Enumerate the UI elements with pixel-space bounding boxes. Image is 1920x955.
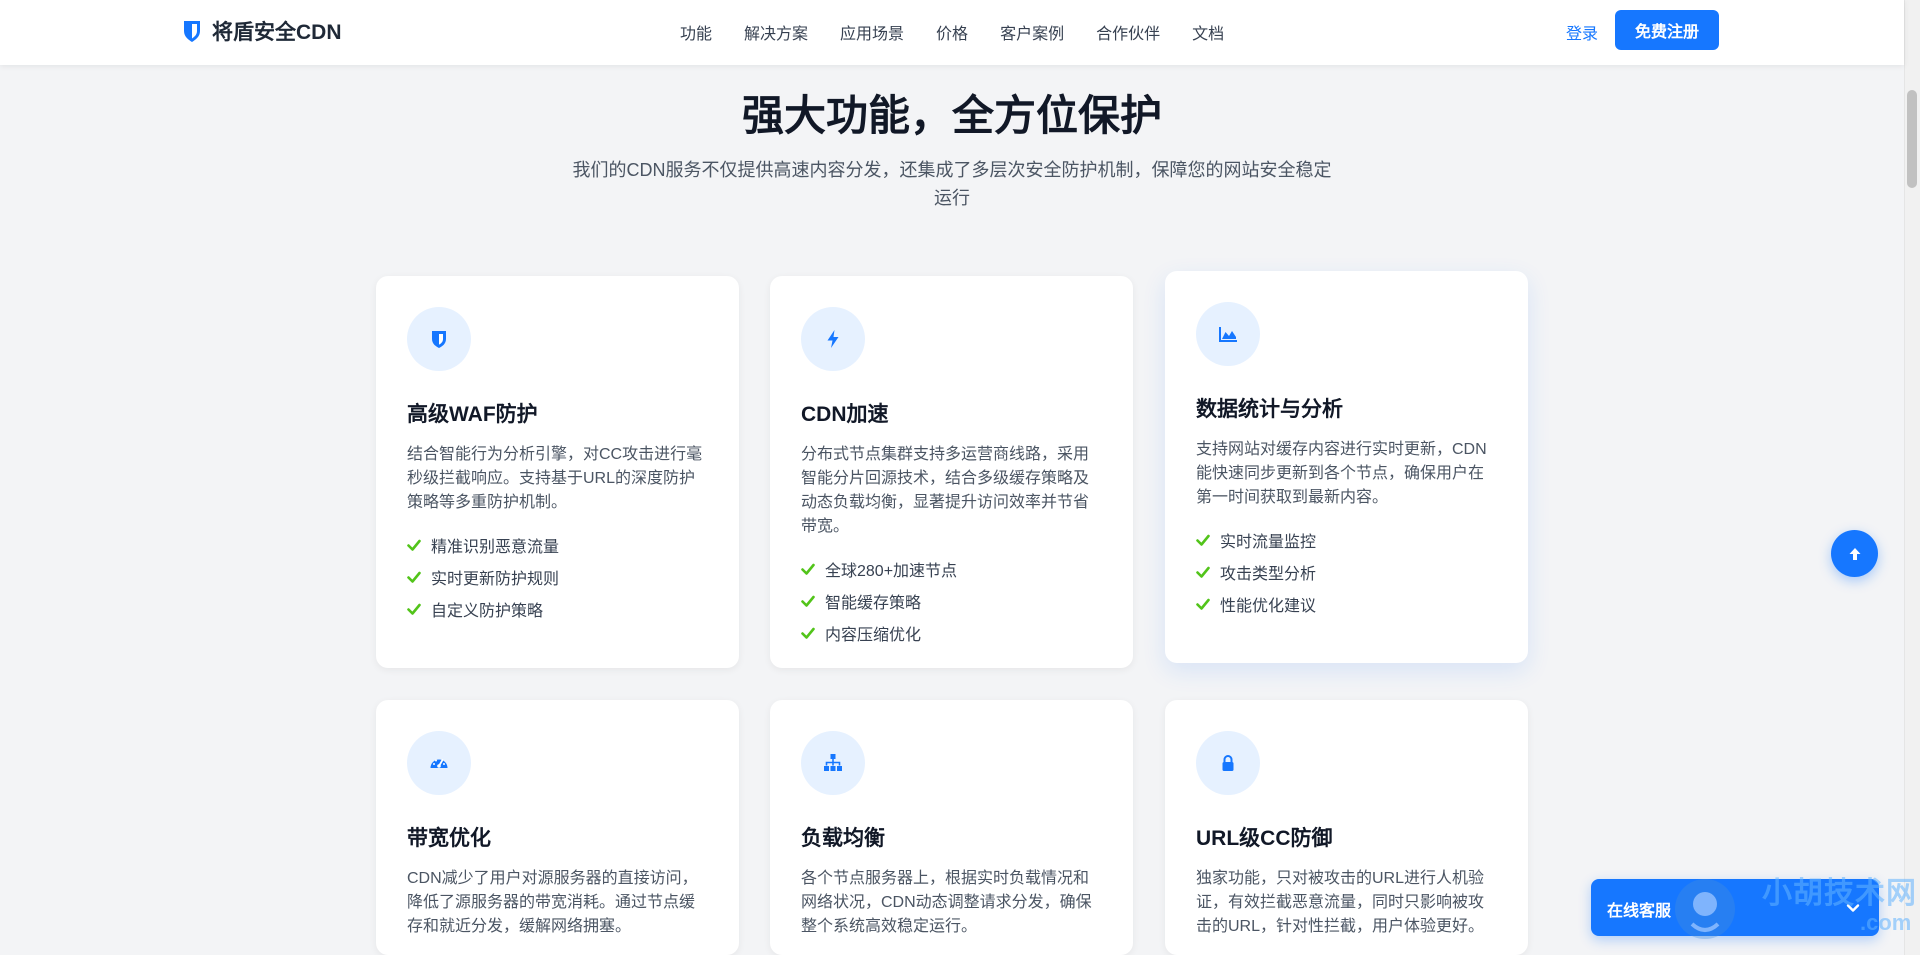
shield-icon <box>432 331 446 348</box>
area-chart-icon <box>1219 327 1237 342</box>
feature-icon-wrap <box>1196 302 1260 366</box>
login-link[interactable]: 登录 <box>1566 20 1598 44</box>
feature-title: 负载均衡 <box>801 827 885 850</box>
list-item: 实时更新防护规则 <box>407 561 708 593</box>
gauge-icon <box>430 759 448 768</box>
feature-desc: 分布式节点集群支持多运营商线路，采用智能分片回源技术，结合多级缓存策略及动态负载… <box>801 446 1090 535</box>
check-icon <box>1196 566 1210 578</box>
feature-title: 带宽优化 <box>407 827 491 850</box>
feature-desc: 结合智能行为分析引擎，对CC攻击进行毫秒级拦截响应。支持基于URL的深度防护策略… <box>407 446 703 511</box>
brand[interactable]: 将盾安全CDN <box>182 16 342 46</box>
feature-title: 高级WAF防护 <box>407 403 538 426</box>
check-icon <box>801 595 815 607</box>
section-subtitle: 我们的CDN服务不仅提供高速内容分发，还集成了多层次安全防护机制，保障您的网站安… <box>572 160 1332 208</box>
check-icon <box>407 539 421 551</box>
section-title: 强大功能，全方位保护 <box>741 92 1162 139</box>
list-item: 智能缓存策略 <box>801 585 1102 617</box>
feature-card-cdn: CDN加速 分布式节点集群支持多运营商线路，采用智能分片回源技术，结合多级缓存策… <box>770 276 1133 668</box>
feature-icon-wrap <box>407 731 471 795</box>
list-item: 实时流量监控 <box>1196 524 1497 556</box>
feature-card-analytics: 数据统计与分析 支持网站对缓存内容进行实时更新，CDN能快速同步更新到各个节点，… <box>1165 271 1528 663</box>
list-item: 性能优化建议 <box>1196 588 1497 620</box>
check-icon <box>801 627 815 639</box>
feature-card-waf: 高级WAF防护 结合智能行为分析引擎，对CC攻击进行毫秒级拦截响应。支持基于UR… <box>376 276 739 668</box>
feature-title: URL级CC防御 <box>1196 827 1333 850</box>
nav-item-cases[interactable]: 客户案例 <box>1000 20 1064 44</box>
signup-button[interactable]: 免费注册 <box>1615 10 1719 50</box>
online-support-widget[interactable]: 在线客服 <box>1591 879 1879 936</box>
chevron-down-icon[interactable] <box>1845 900 1861 916</box>
feature-list: 实时流量监控 攻击类型分析 性能优化建议 <box>1196 524 1497 620</box>
feature-title: CDN加速 <box>801 403 889 426</box>
chat-label: 在线客服 <box>1607 903 1672 920</box>
brand-name: 将盾安全CDN <box>212 21 342 44</box>
list-item: 攻击类型分析 <box>1196 556 1497 588</box>
list-item: 精准识别恶意流量 <box>407 529 708 561</box>
arrow-up-icon <box>1849 547 1860 560</box>
nav-item-scenarios[interactable]: 应用场景 <box>840 20 904 44</box>
feature-desc: 支持网站对缓存内容进行实时更新，CDN能快速同步更新到各个节点，确保用户在第一时… <box>1196 441 1487 506</box>
bolt-icon <box>827 330 839 348</box>
feature-card-url-cc: URL级CC防御 独家功能，只对被攻击的URL进行人机验证，有效拦截恶意流量，同… <box>1165 700 1528 955</box>
feature-icon-wrap <box>1196 731 1260 795</box>
back-to-top-button[interactable] <box>1831 530 1878 577</box>
feature-list: 精准识别恶意流量 实时更新防护规则 自定义防护策略 <box>407 529 708 625</box>
check-icon <box>1196 598 1210 610</box>
feature-desc: 独家功能，只对被攻击的URL进行人机验证，有效拦截恶意流量，同时只影响被攻击的U… <box>1196 870 1485 935</box>
feature-icon-wrap <box>801 731 865 795</box>
feature-card-load-balance: 负载均衡 各个节点服务器上，根据实时负载情况和网络状况，CDN动态调整请求分发，… <box>770 700 1133 955</box>
sitemap-icon <box>824 754 842 771</box>
lock-icon <box>1222 755 1234 771</box>
check-icon <box>407 603 421 615</box>
feature-icon-wrap <box>407 307 471 371</box>
list-item: 自定义防护策略 <box>407 593 708 625</box>
list-item: 全球280+加速节点 <box>801 553 1102 585</box>
feature-list: 全球280+加速节点 智能缓存策略 内容压缩优化 <box>801 553 1102 649</box>
shield-logo-icon <box>184 21 200 42</box>
list-item: 内容压缩优化 <box>801 617 1102 649</box>
feature-desc: 各个节点服务器上，根据实时负载情况和网络状况，CDN动态调整请求分发，确保整个系… <box>801 870 1092 935</box>
nav-item-pricing[interactable]: 价格 <box>936 20 968 44</box>
nav-item-features[interactable]: 功能 <box>680 20 712 44</box>
nav-item-docs[interactable]: 文档 <box>1192 20 1224 44</box>
check-icon <box>1196 534 1210 546</box>
site-header: 将盾安全CDN 功能 解决方案 应用场景 价格 客户案例 合作伙伴 文档 登录 … <box>0 0 1904 65</box>
scrollbar-thumb[interactable] <box>1907 90 1917 188</box>
feature-desc: CDN减少了用户对源服务器的直接访问，降低了源服务器的带宽消耗。通过节点缓存和就… <box>407 870 698 935</box>
feature-card-bandwidth: 带宽优化 CDN减少了用户对源服务器的直接访问，降低了源服务器的带宽消耗。通过节… <box>376 700 739 955</box>
nav-item-solutions[interactable]: 解决方案 <box>744 20 808 44</box>
feature-title: 数据统计与分析 <box>1196 398 1343 421</box>
feature-icon-wrap <box>801 307 865 371</box>
main-nav: 功能 解决方案 应用场景 价格 客户案例 合作伙伴 文档 <box>680 20 1224 44</box>
check-icon <box>801 563 815 575</box>
check-icon <box>407 571 421 583</box>
nav-item-partners[interactable]: 合作伙伴 <box>1096 20 1160 44</box>
